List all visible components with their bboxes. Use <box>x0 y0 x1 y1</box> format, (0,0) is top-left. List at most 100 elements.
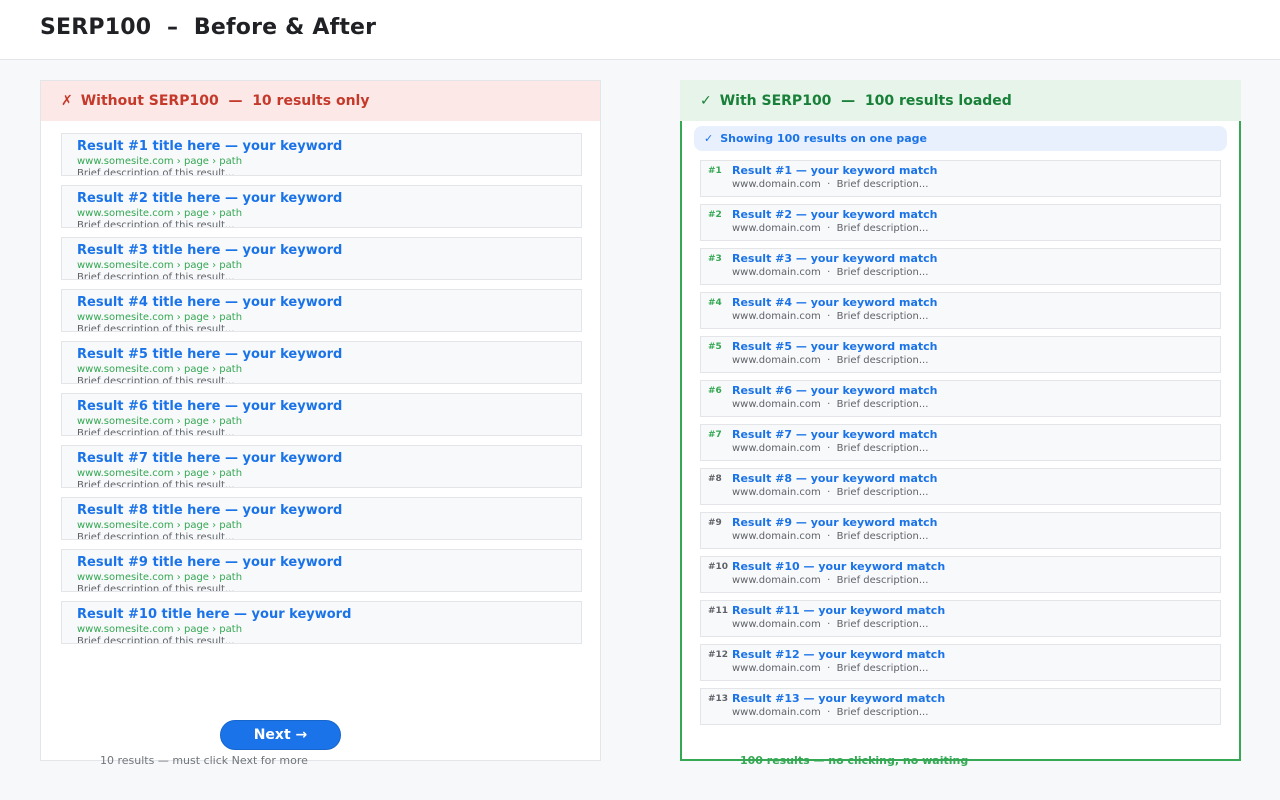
result-title-link[interactable]: Result #9 — your keyword match <box>732 516 938 529</box>
search-result[interactable]: #4 Result #4 — your keyword match www.doma… <box>700 292 1221 329</box>
result-rank: #11 <box>708 606 729 616</box>
result-title-link[interactable]: Result #7 — your keyword match <box>732 428 938 441</box>
result-description: Brief description of this result... <box>77 480 235 488</box>
check-icon: ✓ <box>704 132 714 145</box>
result-description: www.domain.com · Brief description... <box>732 531 929 542</box>
result-description: www.domain.com · Brief description... <box>732 355 929 366</box>
result-title-link[interactable]: Result #8 — your keyword match <box>732 472 938 485</box>
result-rank: #4 <box>708 298 722 308</box>
result-rank: #8 <box>708 474 722 484</box>
result-description: Brief description of this result... <box>77 584 235 592</box>
result-title-link[interactable]: Result #12 — your keyword match <box>732 648 945 661</box>
result-title-link[interactable]: Result #5 — your keyword match <box>732 340 938 353</box>
top-bar: SERP100 – Before & After <box>0 0 1280 60</box>
with-panel-title: With SERP100 — 100 results loaded <box>719 92 1012 109</box>
result-title-link[interactable]: Result #10 title here — your keyword <box>77 606 581 623</box>
search-result[interactable]: Result #4 title here — your keyword www.s… <box>61 289 582 332</box>
result-url: www.somesite.com › page › path <box>77 156 243 167</box>
result-description: Brief description of this result... <box>77 532 235 540</box>
search-result[interactable]: Result #1 title here — your keyword www.s… <box>61 133 582 176</box>
result-rank: #5 <box>708 342 722 352</box>
result-title-link[interactable]: Result #8 title here — your keyword <box>77 502 581 519</box>
result-url: www.somesite.com › page › path <box>77 624 243 635</box>
with-panel-footnote: 100 results — no clicking, no waiting <box>740 754 969 767</box>
result-title-link[interactable]: Result #11 — your keyword match <box>732 604 945 617</box>
result-rank: #13 <box>708 694 729 704</box>
result-description: www.domain.com · Brief description... <box>732 707 929 718</box>
search-result[interactable]: #6 Result #6 — your keyword match www.doma… <box>700 380 1221 417</box>
result-title-link[interactable]: Result #9 title here — your keyword <box>77 554 581 571</box>
search-result[interactable]: #7 Result #7 — your keyword match www.doma… <box>700 424 1221 461</box>
result-rank: #9 <box>708 518 722 528</box>
result-rank: #7 <box>708 430 722 440</box>
search-result[interactable]: #3 Result #3 — your keyword match www.doma… <box>700 248 1221 285</box>
result-rank: #12 <box>708 650 729 660</box>
search-result[interactable]: #11 Result #11 — your keyword match www.do… <box>700 600 1221 637</box>
with-serp100-panel: ✓ With SERP100 — 100 results loaded ✓ Sh… <box>680 80 1241 761</box>
result-title-link[interactable]: Result #1 — your keyword match <box>732 164 938 177</box>
without-panel-title: Without SERP100 — 10 results only <box>80 93 370 109</box>
search-result[interactable]: Result #9 title here — your keyword www.s… <box>61 549 582 592</box>
search-result[interactable]: #5 Result #5 — your keyword match www.doma… <box>700 336 1221 373</box>
search-result[interactable]: #8 Result #8 — your keyword match www.doma… <box>700 468 1221 505</box>
search-result[interactable]: #2 Result #2 — your keyword match www.doma… <box>700 204 1221 241</box>
search-result[interactable]: Result #10 title here — your keyword www.… <box>61 601 582 644</box>
result-title-link[interactable]: Result #4 — your keyword match <box>732 296 938 309</box>
result-title-link[interactable]: Result #6 title here — your keyword <box>77 398 581 415</box>
result-description: www.domain.com · Brief description... <box>732 267 929 278</box>
search-result[interactable]: #1 Result #1 — your keyword match www.doma… <box>700 160 1221 197</box>
result-description: www.domain.com · Brief description... <box>732 575 929 586</box>
result-rank: #10 <box>708 562 729 572</box>
result-title-link[interactable]: Result #2 — your keyword match <box>732 208 938 221</box>
search-result[interactable]: #12 Result #12 — your keyword match www.do… <box>700 644 1221 681</box>
result-title-link[interactable]: Result #4 title here — your keyword <box>77 294 581 311</box>
result-description: Brief description of this result... <box>77 220 235 228</box>
result-description: Brief description of this result... <box>77 272 235 280</box>
result-description: www.domain.com · Brief description... <box>732 399 929 410</box>
result-rank: #6 <box>708 386 722 396</box>
result-url: www.somesite.com › page › path <box>77 364 243 375</box>
result-title-link[interactable]: Result #3 title here — your keyword <box>77 242 581 259</box>
result-title-link[interactable]: Result #6 — your keyword match <box>732 384 938 397</box>
result-description: Brief description of this result... <box>77 636 235 644</box>
standard-results-list: Result #1 title here — your keyword www.s… <box>61 133 582 653</box>
result-description: www.domain.com · Brief description... <box>732 223 929 234</box>
results-count-banner: ✓ Showing 100 results on one page <box>694 126 1227 151</box>
result-description: www.domain.com · Brief description... <box>732 487 929 498</box>
search-result[interactable]: Result #2 title here — your keyword www.s… <box>61 185 582 228</box>
result-description: Brief description of this result... <box>77 324 235 332</box>
result-title-link[interactable]: Result #13 — your keyword match <box>732 692 945 705</box>
result-url: www.somesite.com › page › path <box>77 468 243 479</box>
result-url: www.somesite.com › page › path <box>77 572 243 583</box>
result-description: www.domain.com · Brief description... <box>732 443 929 454</box>
result-description: www.domain.com · Brief description... <box>732 619 929 630</box>
search-result[interactable]: Result #3 title here — your keyword www.s… <box>61 237 582 280</box>
search-result[interactable]: #9 Result #9 — your keyword match www.doma… <box>700 512 1221 549</box>
next-page-button[interactable]: Next → <box>220 720 341 750</box>
result-description: www.domain.com · Brief description... <box>732 179 929 190</box>
with-panel-header: ✓ With SERP100 — 100 results loaded <box>680 80 1241 121</box>
search-result[interactable]: #10 Result #10 — your keyword match www.do… <box>700 556 1221 593</box>
result-title-link[interactable]: Result #5 title here — your keyword <box>77 346 581 363</box>
result-title-link[interactable]: Result #10 — your keyword match <box>732 560 945 573</box>
without-panel-header: ✗ Without SERP100 — 10 results only <box>41 81 600 121</box>
search-result[interactable]: Result #5 title here — your keyword www.s… <box>61 341 582 384</box>
result-title-link[interactable]: Result #3 — your keyword match <box>732 252 938 265</box>
result-title-link[interactable]: Result #7 title here — your keyword <box>77 450 581 467</box>
check-icon: ✓ <box>700 92 712 109</box>
search-result[interactable]: Result #8 title here — your keyword www.s… <box>61 497 582 540</box>
result-description: Brief description of this result... <box>77 376 235 384</box>
page-title: SERP100 – Before & After <box>40 15 377 40</box>
result-title-link[interactable]: Result #1 title here — your keyword <box>77 138 581 155</box>
result-title-link[interactable]: Result #2 title here — your keyword <box>77 190 581 207</box>
result-url: www.somesite.com › page › path <box>77 312 243 323</box>
result-url: www.somesite.com › page › path <box>77 416 243 427</box>
result-description: Brief description of this result... <box>77 428 235 436</box>
search-result[interactable]: Result #6 title here — your keyword www.s… <box>61 393 582 436</box>
search-result[interactable]: #13 Result #13 — your keyword match www.do… <box>700 688 1221 725</box>
result-description: www.domain.com · Brief description... <box>732 663 929 674</box>
result-url: www.somesite.com › page › path <box>77 260 243 271</box>
without-serp100-panel: ✗ Without SERP100 — 10 results only Resu… <box>40 80 601 761</box>
result-description: www.domain.com · Brief description... <box>732 311 929 322</box>
search-result[interactable]: Result #7 title here — your keyword www.s… <box>61 445 582 488</box>
